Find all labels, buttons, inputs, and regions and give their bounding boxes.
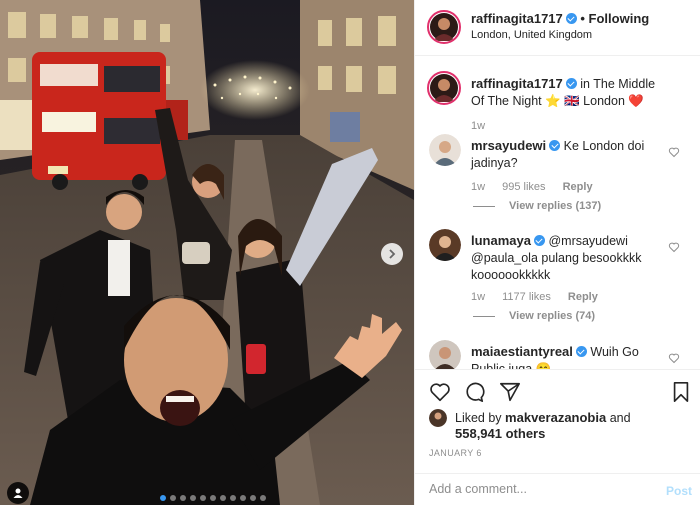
comment-icon[interactable] [463,381,485,403]
avatar-image [430,74,458,102]
next-photo-button[interactable] [381,243,403,265]
heart-icon[interactable] [668,241,680,253]
comment-time[interactable]: 1w [471,291,485,303]
like-heart-icon[interactable] [429,381,451,403]
likes-prefix: Liked by [455,411,502,425]
carousel-dot [220,495,226,501]
avatar-image [429,229,461,261]
carousel-dot [160,495,166,501]
verified-icon [549,140,561,151]
comment-username[interactable]: maiaestiantyreal [471,344,573,359]
bookmark-icon[interactable] [671,381,691,403]
comment-avatar[interactable] [429,340,461,369]
caption-time[interactable]: 1w [471,120,485,132]
heart-icon[interactable] [668,146,680,158]
avatar[interactable] [427,10,461,44]
street-photo-illustration [0,0,414,505]
comment-meta: 1w 995 likes Reply [471,181,607,193]
reply-button[interactable]: Reply [563,181,593,193]
avatar-image [429,340,461,369]
comment-avatar[interactable] [429,229,461,261]
post-photo[interactable] [0,0,414,505]
post-location[interactable]: London, United Kingdom [471,29,592,41]
comment-likes[interactable]: 1177 likes [502,291,551,303]
likes-user[interactable]: makverazanobia [505,410,606,425]
carousel-dot [230,495,236,501]
post-comment-button[interactable]: Post [666,484,692,498]
header-username[interactable]: raffinagita1717 [471,11,563,26]
carousel-dot [190,495,196,501]
follow-status[interactable]: • Following [580,11,649,26]
comment-composer: Post [415,473,700,505]
liker-avatar[interactable] [429,409,447,427]
carousel-dot [260,495,266,501]
comment-avatar[interactable] [429,134,461,166]
carousel-dot [250,495,256,501]
carousel-dot [200,495,206,501]
share-icon[interactable] [499,381,521,403]
user-icon [13,488,23,498]
verified-icon [565,13,577,24]
reply-button[interactable]: Reply [568,291,598,303]
post-header: raffinagita1717 • Following London, Unit… [415,0,700,56]
heart-icon[interactable] [668,352,680,364]
comments-list[interactable]: raffinagita1717 in The Middle Of The Nig… [415,57,700,369]
likes-and: and [609,411,631,425]
comment-username[interactable]: mrsayudewi [471,138,546,153]
post-date[interactable]: JANUARY 6 [429,448,482,458]
likes-count[interactable]: 558,941 others [455,426,545,441]
carousel-dot [170,495,176,501]
chevron-right-icon [389,249,396,259]
comment-input[interactable] [429,482,649,496]
avatar-image [430,13,458,41]
post-sidebar: raffinagita1717 • Following London, Unit… [414,0,700,505]
avatar-image [429,134,461,166]
carousel-indicator [160,495,266,501]
comment-username[interactable]: lunamaya [471,233,531,248]
caption-username[interactable]: raffinagita1717 [471,76,563,91]
carousel-dot [210,495,216,501]
red-bus [32,52,166,190]
tagged-users-button[interactable] [7,482,29,504]
avatar-image [429,409,447,427]
carousel-dot [180,495,186,501]
comment-time[interactable]: 1w [471,181,485,193]
verified-icon [565,78,577,89]
likes-summary: Liked by makverazanobia and 558,941 othe… [455,410,631,442]
comment-likes[interactable]: 995 likes [502,181,545,193]
verified-icon [533,235,545,246]
carousel-dot [240,495,246,501]
view-replies-button[interactable]: View replies (137) [473,200,601,212]
caption-avatar[interactable] [427,71,461,105]
comment-meta: 1w 1177 likes Reply [471,291,612,303]
view-replies-button[interactable]: View replies (74) [473,310,595,322]
verified-icon [575,346,587,357]
